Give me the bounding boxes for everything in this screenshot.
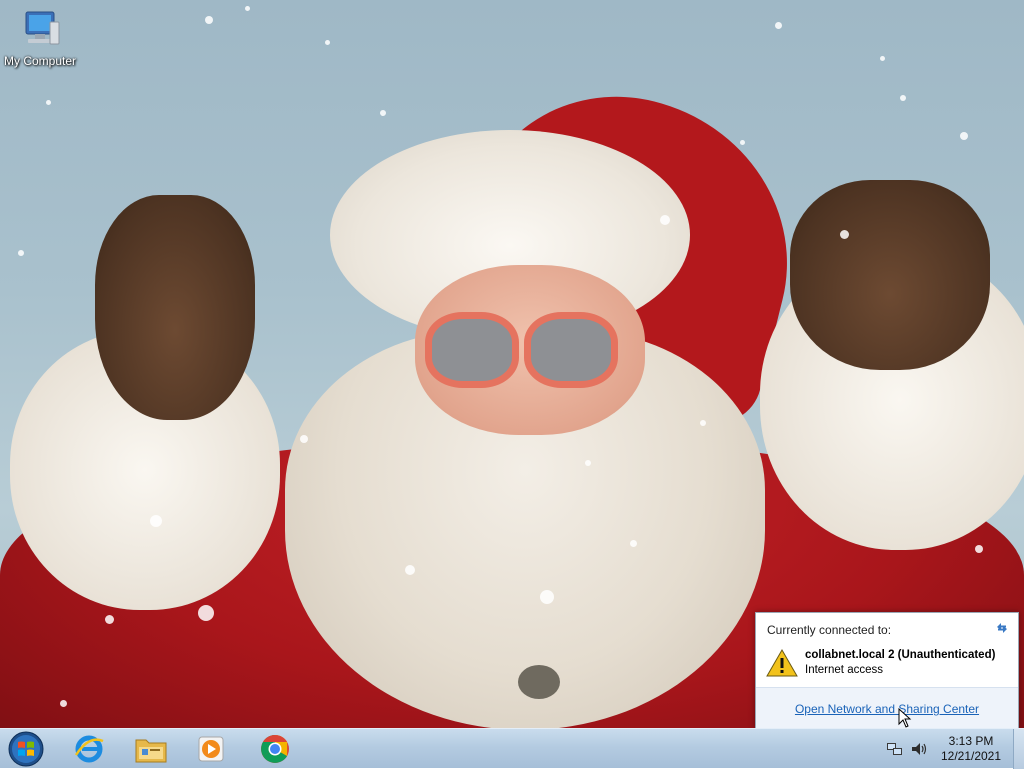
wallpaper-glove-right [790, 180, 990, 370]
start-button[interactable] [6, 730, 46, 768]
file-explorer-icon [135, 739, 167, 763]
volume-icon[interactable] [910, 741, 928, 757]
taskbar-media-player[interactable] [184, 731, 238, 767]
warning-icon [766, 648, 798, 677]
system-tray: 3:13 PM 12/21/2021 [884, 729, 1024, 769]
network-icon[interactable] [886, 741, 904, 757]
taskbar-windows-explorer[interactable] [124, 731, 178, 767]
taskbar-internet-explorer[interactable] [62, 731, 116, 767]
taskbar-clock[interactable]: 3:13 PM 12/21/2021 [936, 734, 1006, 764]
desktop-icon-label: My Computer [3, 54, 77, 68]
wallpaper-glove-left [95, 195, 255, 420]
taskbar-google-chrome[interactable] [248, 731, 302, 767]
internet-explorer-icon [74, 735, 104, 763]
network-access-status: Internet access [805, 664, 883, 676]
refresh-icon[interactable] [994, 620, 1010, 636]
popup-title: Currently connected to: [767, 623, 892, 637]
mouse-cursor-icon [898, 708, 912, 728]
clock-time: 3:13 PM [948, 734, 994, 748]
my-computer-icon [25, 11, 60, 45]
wallpaper-sunglasses-left [425, 312, 519, 388]
chrome-icon [261, 735, 289, 763]
show-desktop-button[interactable] [1013, 729, 1024, 769]
windows-start-orb-icon [8, 731, 44, 767]
open-network-sharing-center-link[interactable]: Open Network and Sharing Center [756, 702, 1018, 716]
media-player-icon [198, 736, 224, 762]
wallpaper-coat-button [518, 665, 560, 699]
taskbar: 3:13 PM 12/21/2021 [0, 728, 1024, 769]
desktop-icon-my-computer[interactable]: My Computer [2, 8, 78, 68]
wallpaper-sunglasses-right [524, 312, 618, 388]
network-name: collabnet.local 2 (Unauthenticated) [805, 649, 996, 661]
popup-footer: Open Network and Sharing Center [756, 687, 1018, 728]
network-status-popup: Currently connected to: collabnet.local … [755, 612, 1019, 728]
desktop: My Computer Currently connected to: coll… [0, 0, 1024, 728]
clock-date: 12/21/2021 [940, 749, 1002, 763]
